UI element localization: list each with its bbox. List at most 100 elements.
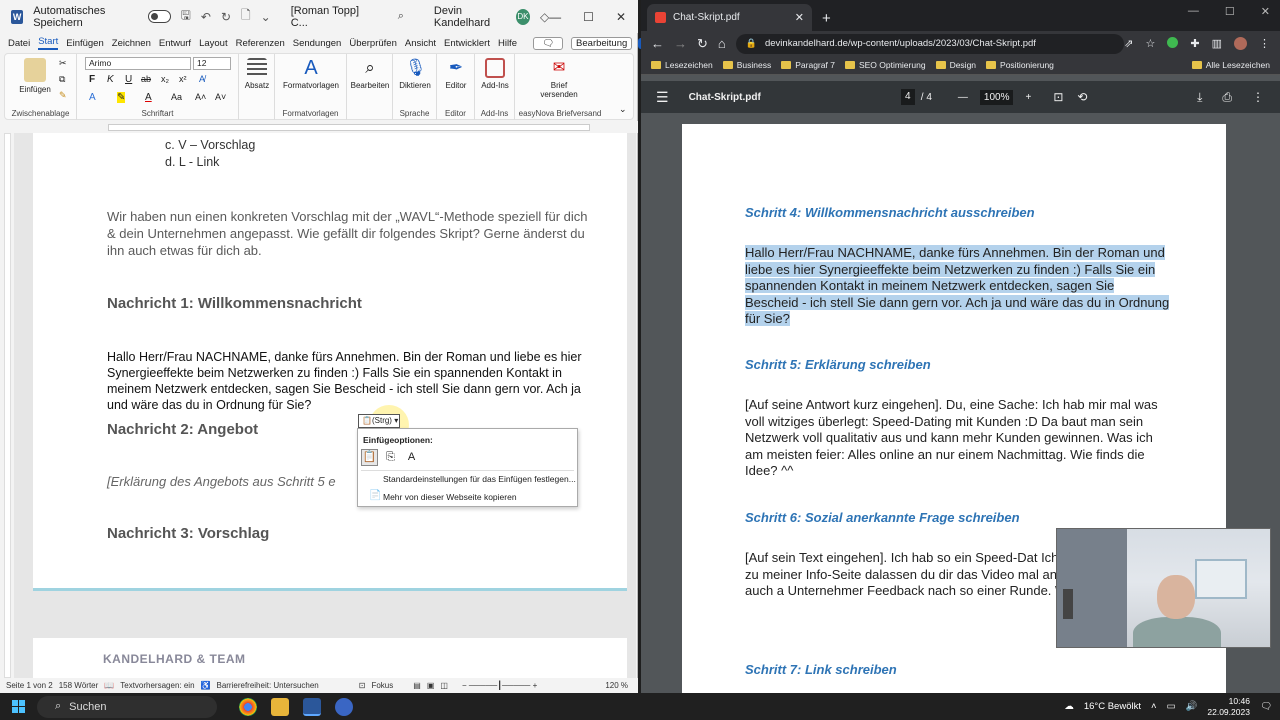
file-explorer-icon[interactable] bbox=[271, 697, 289, 716]
search-icon[interactable]: ⌕ bbox=[398, 10, 404, 23]
new-doc-icon[interactable]: 🗋 bbox=[241, 6, 251, 27]
font-color-icon[interactable]: A bbox=[145, 92, 152, 103]
zoom-out-icon[interactable]: — bbox=[958, 92, 968, 103]
change-case-icon[interactable]: Aa bbox=[171, 92, 182, 102]
forward-icon[interactable]: → bbox=[674, 36, 687, 51]
paste-options-tag[interactable]: 📋(Strg) ▾ bbox=[358, 414, 400, 428]
bookmark-star-icon[interactable]: ☆ bbox=[1146, 37, 1156, 50]
word-taskbar-icon[interactable] bbox=[303, 697, 321, 716]
weather-text[interactable]: 16°C Bewölkt bbox=[1084, 701, 1141, 712]
windows-start-icon[interactable] bbox=[12, 700, 25, 713]
pdf-menu-icon[interactable]: ☰ bbox=[656, 89, 669, 106]
underline-icon[interactable]: U bbox=[125, 74, 132, 85]
download-icon[interactable]: ⤓ bbox=[1197, 90, 1202, 105]
browser-minimize-icon[interactable]: — bbox=[1188, 5, 1199, 18]
tab-layout[interactable]: Layout bbox=[199, 38, 228, 49]
edit-mode-button[interactable]: Bearbeitung bbox=[571, 36, 633, 50]
new-tab-icon[interactable]: + bbox=[822, 10, 831, 27]
close-tab-icon[interactable]: ✕ bbox=[795, 11, 804, 24]
diamond-icon[interactable]: ◇ bbox=[540, 10, 549, 24]
bookmark-folder[interactable]: Positionierung bbox=[986, 60, 1054, 70]
undo-icon[interactable]: ↶ bbox=[201, 10, 211, 24]
accessibility-icon[interactable]: ♿ bbox=[201, 681, 211, 690]
addins-button[interactable]: Add-Ins bbox=[479, 58, 511, 90]
status-predictions[interactable]: Textvorhersagen: ein bbox=[120, 681, 194, 690]
bookmark-folder[interactable]: Lesezeichen bbox=[651, 60, 713, 70]
weather-icon[interactable]: ☁ bbox=[1064, 701, 1074, 712]
copy-icon[interactable]: ⧉ bbox=[59, 74, 65, 85]
tab-entwicklertools[interactable]: Entwicklert bbox=[444, 38, 490, 49]
tab-referenzen[interactable]: Referenzen bbox=[236, 38, 285, 49]
save-icon[interactable]: 🖫 bbox=[181, 6, 191, 27]
keep-text-only-icon[interactable]: A bbox=[403, 449, 420, 466]
send-letter-button[interactable]: ✉ Brief versenden bbox=[533, 58, 585, 99]
tab-einfuegen[interactable]: Einfügen bbox=[66, 38, 104, 49]
read-mode-icon[interactable]: ▤ bbox=[413, 681, 421, 690]
lock-icon[interactable]: 🔒 bbox=[746, 38, 757, 49]
close-icon[interactable]: ✕ bbox=[616, 10, 626, 24]
customize-icon[interactable]: ⌄ bbox=[261, 10, 271, 24]
avatar[interactable]: DK bbox=[516, 8, 530, 25]
print-icon[interactable]: ⎙ bbox=[1222, 90, 1232, 105]
share-page-icon[interactable]: ⇗ bbox=[1124, 37, 1133, 50]
tab-hilfe[interactable]: Hilfe bbox=[498, 38, 517, 49]
status-zoom[interactable]: 120 % bbox=[605, 681, 628, 690]
back-icon[interactable]: ← bbox=[651, 36, 664, 51]
browser-tab[interactable]: Chat-Skript.pdf ✕ bbox=[647, 4, 812, 31]
format-painter-icon[interactable]: ✎ bbox=[59, 90, 67, 101]
dictate-button[interactable]: 🎙 Diktieren bbox=[393, 58, 437, 90]
home-icon[interactable]: ⌂ bbox=[718, 36, 726, 51]
pdf-more-icon[interactable]: ⋮ bbox=[1252, 90, 1264, 105]
rotate-icon[interactable]: ⟲ bbox=[1077, 90, 1087, 104]
strikethrough-icon[interactable]: ab bbox=[141, 74, 151, 84]
extension-green-icon[interactable] bbox=[1167, 37, 1179, 48]
tab-zeichnen[interactable]: Zeichnen bbox=[112, 38, 151, 49]
text-effects-icon[interactable]: A bbox=[89, 92, 96, 103]
fit-page-icon[interactable]: ⊡ bbox=[1053, 90, 1063, 104]
bookmark-folder[interactable]: Business bbox=[722, 60, 771, 70]
document-canvas[interactable]: c. V – Vorschlag d. L - Link Wir haben n… bbox=[14, 133, 636, 678]
editing-button[interactable]: ⌕ Bearbeiten bbox=[347, 58, 393, 90]
browser-maximize-icon[interactable]: ☐ bbox=[1225, 5, 1235, 18]
bold-icon[interactable]: F bbox=[89, 74, 95, 85]
browser-close-icon[interactable]: ✕ bbox=[1261, 5, 1270, 18]
zoom-input[interactable]: 100% bbox=[979, 89, 1014, 105]
tray-chevron-icon[interactable]: ˄ bbox=[1151, 701, 1157, 712]
bookmark-folder[interactable]: SEO Optimierung bbox=[844, 60, 926, 70]
paste-button[interactable]: Einfügen bbox=[13, 58, 57, 94]
bookmark-folder[interactable]: Design bbox=[935, 60, 976, 70]
sidepanel-icon[interactable]: ▥ bbox=[1212, 37, 1222, 50]
print-layout-icon[interactable]: ▣ bbox=[427, 681, 435, 690]
volume-icon[interactable]: 🔊 bbox=[1186, 701, 1198, 712]
status-page[interactable]: Seite 1 von 2 bbox=[6, 681, 53, 690]
maximize-icon[interactable]: ☐ bbox=[583, 10, 594, 24]
zoom-slider[interactable]: − ─────┃───── + bbox=[462, 681, 537, 690]
minimize-icon[interactable]: — bbox=[549, 10, 561, 24]
reload-icon[interactable]: ↻ bbox=[697, 36, 708, 52]
taskbar-search[interactable]: ⌕ Suchen bbox=[37, 695, 217, 718]
zoom-in-icon[interactable]: + bbox=[1025, 92, 1031, 103]
all-bookmarks[interactable]: Alle Lesezeichen bbox=[1191, 60, 1270, 70]
font-name-select[interactable]: Arimo bbox=[85, 57, 191, 70]
tab-entwurf[interactable]: Entwurf bbox=[159, 38, 191, 49]
focus-icon[interactable]: ⊡ bbox=[359, 681, 366, 690]
page-number-input[interactable]: 4 bbox=[900, 89, 915, 105]
grow-font-icon[interactable]: A˄ bbox=[195, 92, 206, 102]
tab-ansicht[interactable]: Ansicht bbox=[405, 38, 436, 49]
status-words[interactable]: 158 Wörter bbox=[59, 681, 99, 690]
cut-icon[interactable]: ✂ bbox=[59, 58, 67, 69]
status-accessibility[interactable]: Barrierefreiheit: Untersuchen bbox=[216, 681, 318, 690]
editor-button[interactable]: ✒ Editor bbox=[437, 58, 475, 90]
clock[interactable]: 10:46 22.09.2023 bbox=[1207, 696, 1250, 718]
extensions-puzzle-icon[interactable]: ✚ bbox=[1190, 37, 1199, 50]
status-focus[interactable]: Fokus bbox=[371, 681, 393, 690]
clear-format-icon[interactable]: A̸ bbox=[199, 74, 205, 84]
ribbon-collapse-icon[interactable]: ⌄ bbox=[619, 104, 627, 115]
chrome-icon[interactable] bbox=[239, 697, 257, 716]
bookmark-folder[interactable]: Paragraf 7 bbox=[781, 60, 835, 70]
document-page[interactable]: c. V – Vorschlag d. L - Link Wir haben n… bbox=[33, 133, 627, 591]
copy-more-from-webpage-item[interactable]: Mehr von dieser Webseite kopieren bbox=[383, 492, 517, 502]
shrink-font-icon[interactable]: A˅ bbox=[215, 92, 226, 102]
profile-avatar[interactable] bbox=[1234, 37, 1247, 50]
address-bar[interactable]: 🔒 devinkandelhard.de/wp-content/uploads/… bbox=[735, 33, 1125, 54]
